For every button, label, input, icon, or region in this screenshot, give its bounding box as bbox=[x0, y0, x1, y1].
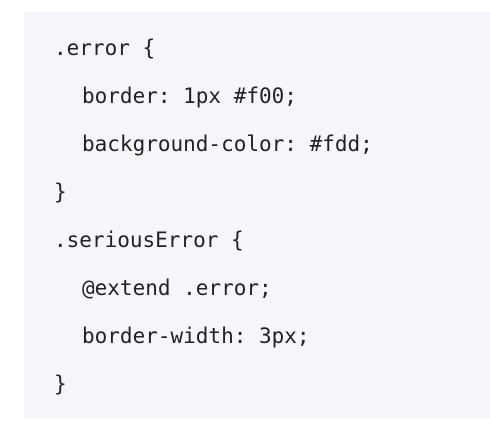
code-block: .error { border: 1px #f00; background-co… bbox=[24, 12, 490, 418]
code-line-close-brace-2: } bbox=[54, 372, 67, 396]
code-line-serious-error-selector: .seriousError { bbox=[54, 228, 244, 252]
code-line-extend: @extend .error; bbox=[82, 276, 272, 300]
code-line-border-width: border-width: 3px; bbox=[82, 324, 310, 348]
code-line-close-brace: } bbox=[54, 180, 67, 204]
code-line-background-color: background-color: #fdd; bbox=[82, 132, 373, 156]
code-line-border: border: 1px #f00; bbox=[82, 84, 297, 108]
code-line-error-selector: .error { bbox=[54, 36, 156, 60]
